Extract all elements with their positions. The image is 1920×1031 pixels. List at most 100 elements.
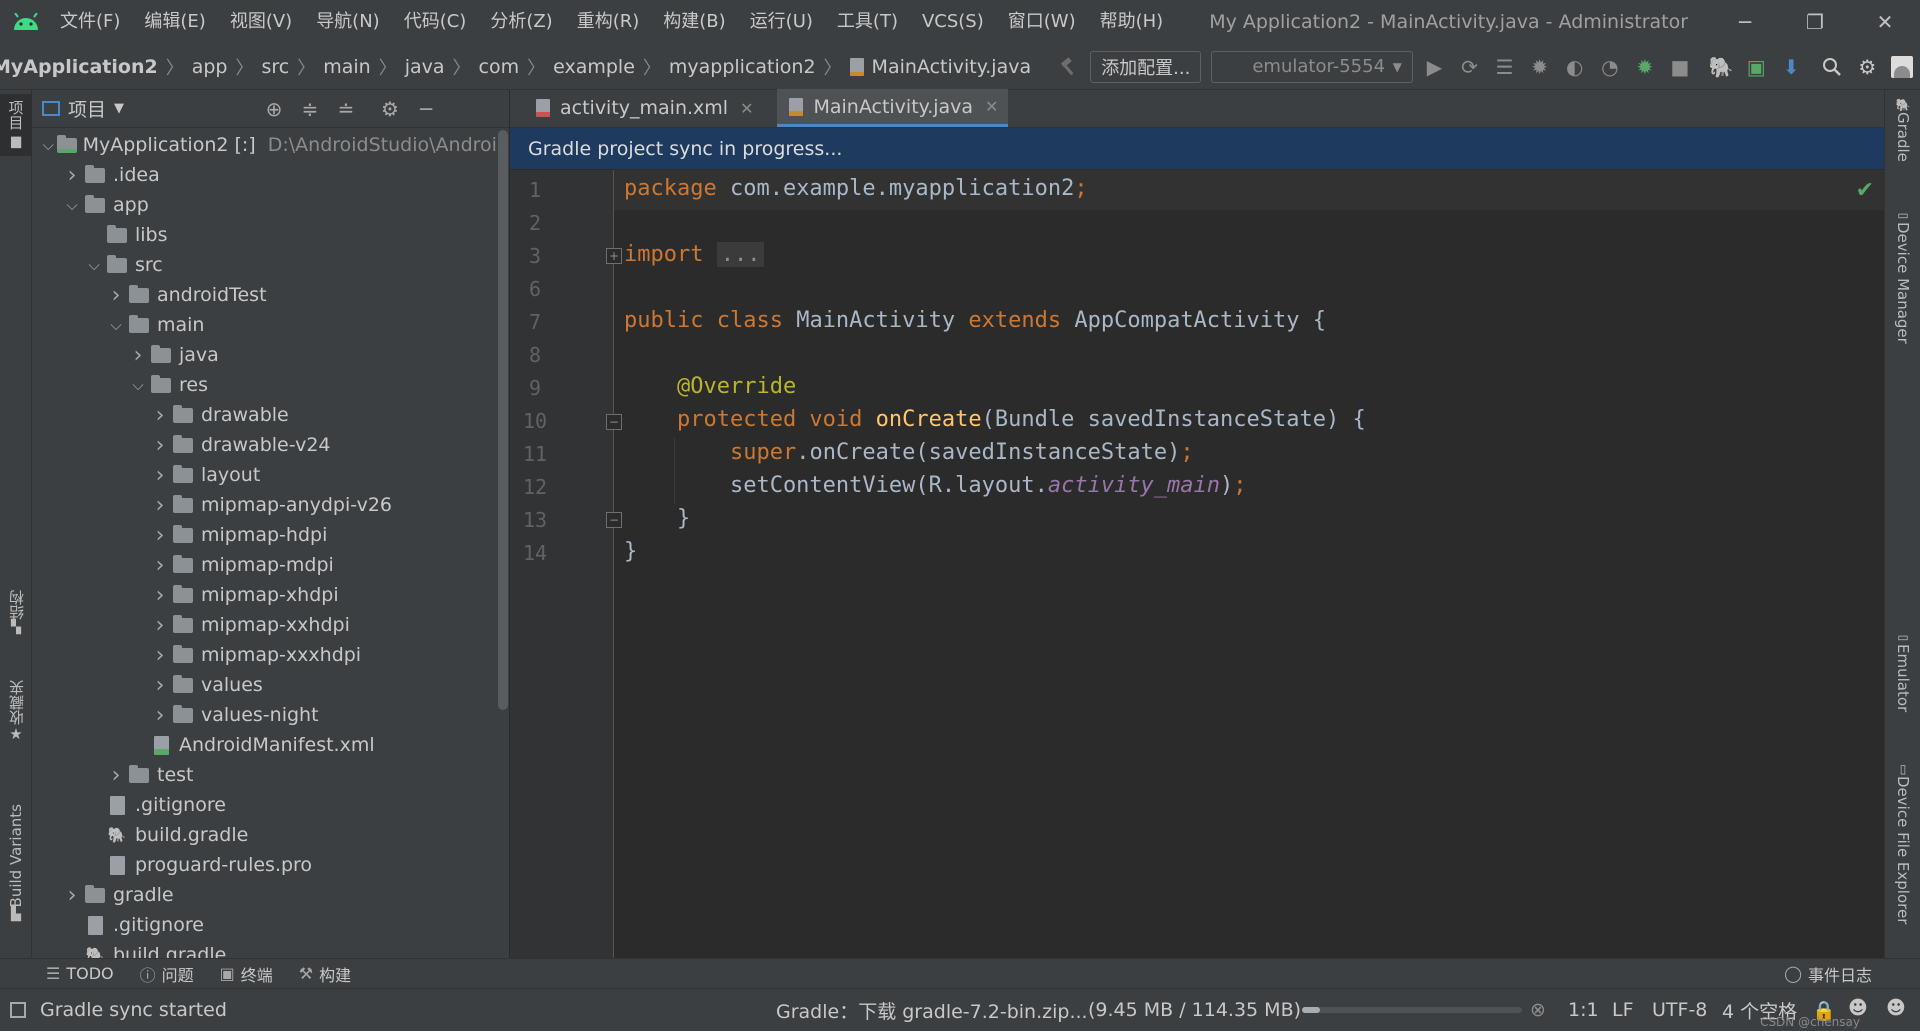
chevron-right-icon[interactable]: › <box>150 553 170 578</box>
file-encoding[interactable]: UTF-8 <box>1652 999 1707 1021</box>
menu-item[interactable]: VCS(S) <box>910 0 996 44</box>
tree-item[interactable]: › .idea <box>32 160 509 190</box>
tree-item[interactable]: 🐘 build.gradle <box>32 820 509 850</box>
menu-item[interactable]: 文件(F) <box>48 0 132 44</box>
close-tab-icon[interactable]: ✕ <box>985 97 998 116</box>
chevron-right-icon[interactable]: › <box>150 613 170 638</box>
sync-gradle-icon[interactable]: 🐘 <box>1704 44 1739 90</box>
breadcrumb-item[interactable]: src <box>261 56 289 78</box>
tree-item[interactable]: › values <box>32 670 509 700</box>
chevron-right-icon[interactable]: › <box>106 283 126 308</box>
chevron-right-icon[interactable]: › <box>62 883 82 908</box>
breadcrumb-item[interactable]: com <box>479 56 520 78</box>
tree-item[interactable]: › mipmap-xxxhdpi <box>32 640 509 670</box>
menu-item[interactable]: 运行(U) <box>738 0 825 44</box>
menu-item[interactable]: 编辑(E) <box>132 0 217 44</box>
fold-import-icon[interactable]: + <box>606 248 622 264</box>
chevron-right-icon[interactable]: › <box>150 493 170 518</box>
run-config-list-icon[interactable]: ☰ <box>1487 44 1522 90</box>
editor-tab[interactable]: activity_main.xml ✕ <box>524 89 763 127</box>
tree-item[interactable]: › test <box>32 760 509 790</box>
tree-item[interactable]: › drawable <box>32 400 509 430</box>
device-manager-icon[interactable]: ▣ <box>1739 44 1774 90</box>
project-tool-tab[interactable]: 项目 ▆ <box>0 94 32 156</box>
chevron-right-icon[interactable]: › <box>106 763 126 788</box>
menu-item[interactable]: 帮助(H) <box>1088 0 1176 44</box>
tree-item[interactable]: .gitignore <box>32 790 509 820</box>
hide-panel-icon[interactable]: ─ <box>410 90 442 128</box>
no-problems-check-icon[interactable]: ✔ <box>1856 178 1874 203</box>
hammer-icon[interactable] <box>1051 44 1086 90</box>
locate-file-icon[interactable]: ⊕ <box>258 90 290 128</box>
menu-item[interactable]: 分析(Z) <box>478 0 564 44</box>
tree-item[interactable]: ⌵ main <box>32 310 509 340</box>
run-icon[interactable]: ▶ <box>1417 44 1452 90</box>
caret-position[interactable]: 1:1 <box>1568 999 1599 1021</box>
account-avatar-icon[interactable] <box>1885 44 1920 90</box>
chevron-down-icon[interactable]: ⌵ <box>106 316 126 334</box>
chevron-down-icon[interactable]: ⌵ <box>62 196 82 214</box>
chevron-down-icon[interactable]: ⌵ <box>84 256 104 274</box>
chevron-right-icon[interactable]: › <box>128 343 148 368</box>
build-tool-button[interactable]: ⚒ 构建 <box>299 962 351 986</box>
fold-method-start-icon[interactable]: − <box>606 414 622 430</box>
chevron-right-icon[interactable]: › <box>150 433 170 458</box>
tree-item[interactable]: ⌵ app <box>32 190 509 220</box>
expand-all-icon[interactable]: ≑ <box>294 90 326 128</box>
close-tab-icon[interactable]: ✕ <box>740 99 753 118</box>
structure-tool-tab[interactable]: 结构 ▚ <box>0 590 32 670</box>
chevron-right-icon[interactable]: › <box>150 403 170 428</box>
panel-settings-gear-icon[interactable]: ⚙ <box>374 90 406 128</box>
tree-item[interactable]: .gitignore <box>32 910 509 940</box>
debug-icon[interactable]: ✹ <box>1522 44 1557 90</box>
chevron-right-icon[interactable]: › <box>150 523 170 548</box>
chevron-down-icon[interactable]: ⌵ <box>40 136 56 154</box>
tree-item[interactable]: proguard-rules.pro <box>32 850 509 880</box>
chevron-right-icon[interactable]: › <box>150 583 170 608</box>
view-dropdown-chevron-icon[interactable]: ▼ <box>114 101 124 116</box>
tree-item[interactable]: › drawable-v24 <box>32 430 509 460</box>
build-variants-tool-tab[interactable]: Build Variants ▙ <box>0 804 32 954</box>
chevron-right-icon[interactable]: › <box>150 463 170 488</box>
tree-item[interactable]: › mipmap-hdpi <box>32 520 509 550</box>
breadcrumb-item[interactable]: myapplication2 <box>669 56 816 78</box>
tree-item[interactable]: › mipmap-mdpi <box>32 550 509 580</box>
breadcrumb-item[interactable]: MyApplication2 <box>0 56 158 78</box>
tree-item[interactable]: › values-night <box>32 700 509 730</box>
menu-item[interactable]: 导航(N) <box>304 0 392 44</box>
tree-item[interactable]: › mipmap-xhdpi <box>32 580 509 610</box>
profile-icon[interactable]: ◔ <box>1592 44 1627 90</box>
restore-button[interactable]: ❐ <box>1780 0 1850 44</box>
rerun-icon[interactable]: ⟳ <box>1452 44 1487 90</box>
editor-tab[interactable]: MainActivity.java ✕ <box>777 89 1009 127</box>
tree-item[interactable]: ⌵ MyApplication2 [:] D:\AndroidStudio\Andr… <box>32 130 509 160</box>
gradle-tool-tab[interactable]: 🐘 Gradle <box>1887 98 1919 178</box>
settings-gear-icon[interactable]: ⚙ <box>1850 44 1885 90</box>
minimize-button[interactable]: ─ <box>1710 0 1780 44</box>
status-message[interactable]: Gradle sync started <box>40 999 227 1021</box>
chevron-right-icon[interactable]: › <box>150 643 170 668</box>
device-selector[interactable]: emulator-5554 ▼ <box>1211 50 1413 83</box>
tree-item[interactable]: › mipmap-xxhdpi <box>32 610 509 640</box>
tree-item[interactable]: › layout <box>32 460 509 490</box>
breadcrumb-item[interactable]: main <box>323 56 370 78</box>
breadcrumb-item[interactable]: java <box>405 56 445 78</box>
breadcrumb-item[interactable]: example <box>553 56 635 78</box>
sdk-manager-icon[interactable]: ⬇ <box>1774 44 1809 90</box>
close-window-button[interactable]: ✕ <box>1850 0 1920 44</box>
device-manager-tool-tab[interactable]: ▭ Device Manager <box>1887 208 1919 388</box>
terminal-tool-button[interactable]: ▣ 终端 <box>220 962 273 986</box>
fold-method-end-icon[interactable]: − <box>606 512 622 528</box>
menu-item[interactable]: 视图(V) <box>218 0 304 44</box>
problems-tool-button[interactable]: ⓘ 问题 <box>140 962 194 986</box>
line-separator[interactable]: LF <box>1612 999 1634 1021</box>
memory-face-icon[interactable]: ☻ <box>1886 997 1906 1019</box>
project-panel-title[interactable]: 项目 <box>68 95 106 122</box>
tree-item[interactable]: ⌵ res <box>32 370 509 400</box>
chevron-right-icon[interactable]: › <box>150 703 170 728</box>
menu-item[interactable]: 窗口(W) <box>996 0 1088 44</box>
code-editor[interactable]: 1 2 3 6 7 8 9 10 11 12 13 14 ✔ package com.example.… <box>510 170 1884 988</box>
menu-item[interactable]: 重构(R) <box>565 0 652 44</box>
chevron-right-icon[interactable]: › <box>62 163 82 188</box>
search-icon[interactable] <box>1815 44 1850 90</box>
